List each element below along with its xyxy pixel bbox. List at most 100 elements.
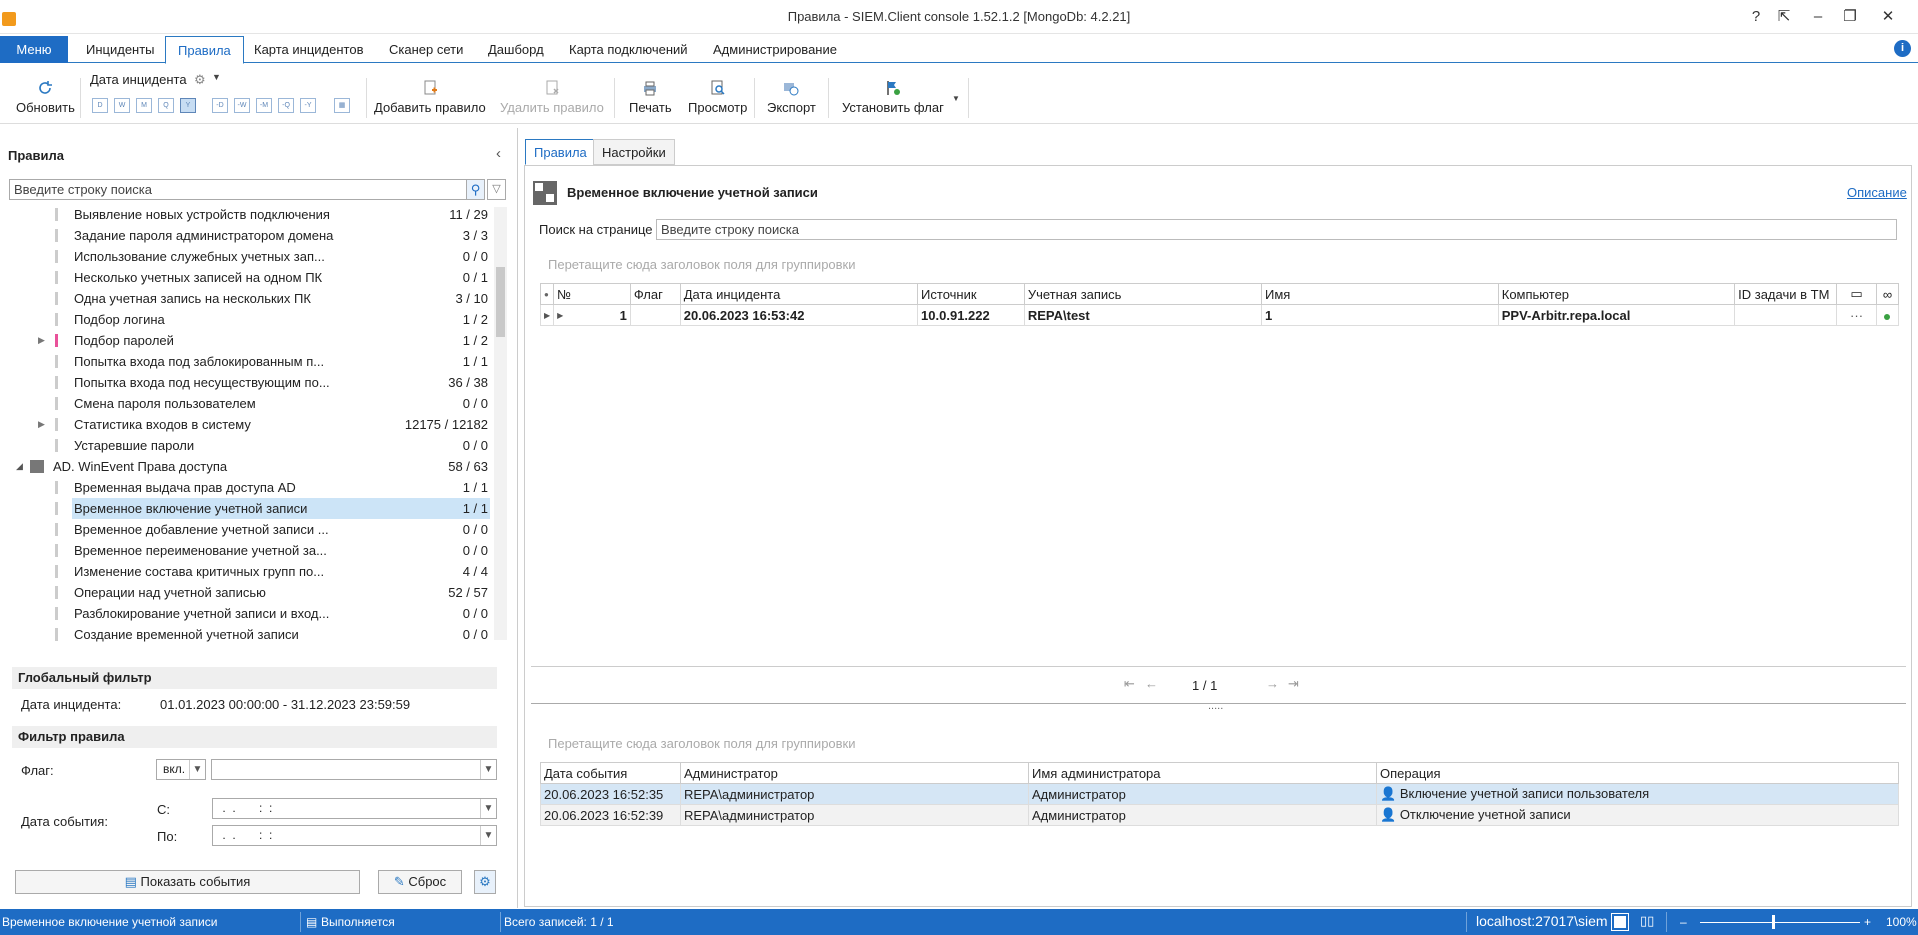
table-row[interactable]: ▶ ▶ 1 20.06.2023 16:53:42 10.0.91.222 REP… xyxy=(539,304,1900,326)
period-year-button[interactable]: Y xyxy=(180,98,196,113)
prev-page-icon[interactable]: ← xyxy=(1145,676,1158,691)
tab-dashboard[interactable]: Дашборд xyxy=(476,36,556,63)
page-search-input[interactable]: Введите строку поиска xyxy=(656,219,1897,240)
add-rule-button[interactable]: Добавить правило xyxy=(374,80,486,115)
comments-icon[interactable]: ▭ xyxy=(1836,283,1877,305)
expand-arrow-icon[interactable]: ▶ xyxy=(38,414,45,435)
tree-item[interactable]: Устаревшие пароли 0 / 0 xyxy=(0,435,494,456)
tree-item[interactable]: Создание временной учетной записи 0 / 0 xyxy=(0,624,494,645)
tree-item[interactable]: Подбор логина 1 / 2 xyxy=(0,309,494,330)
col-name[interactable]: Имя xyxy=(1261,283,1499,305)
delete-rule-button[interactable]: Удалить правило xyxy=(500,80,604,115)
col-tm-task-id[interactable]: ID задачи в ТМ xyxy=(1734,283,1838,305)
filter-settings-gear-icon[interactable]: ⚙ xyxy=(474,870,496,894)
table-row[interactable]: 20.06.2023 16:52:35 REPA\администратор А… xyxy=(540,783,1899,805)
last-page-icon[interactable]: ⇥ xyxy=(1288,676,1299,692)
minimize-button[interactable]: – xyxy=(1806,6,1830,28)
refresh-button[interactable]: Обновить xyxy=(16,80,75,115)
col-account[interactable]: Учетная запись xyxy=(1023,283,1263,305)
zoom-in-icon[interactable]: + xyxy=(1864,915,1871,929)
infinity-icon[interactable]: ∞ xyxy=(1875,283,1900,305)
calendar-icon[interactable]: ▦ xyxy=(334,98,350,113)
tree-item[interactable]: Смена пароля пользователем 0 / 0 xyxy=(0,393,494,414)
tab-rules-detail[interactable]: Правила xyxy=(525,139,596,165)
set-flag-button[interactable]: Установить флаг xyxy=(842,80,944,115)
tree-item[interactable]: ▶ Подбор паролей 1 / 2 xyxy=(0,330,494,351)
tab-network-scanner[interactable]: Сканер сети xyxy=(377,36,475,63)
pin-window-button[interactable]: ⇱ xyxy=(1772,6,1796,28)
table-row[interactable]: 20.06.2023 16:52:39 REPA\администратор А… xyxy=(540,804,1899,826)
period-prev-month-button[interactable]: -M xyxy=(256,98,272,113)
tree-item[interactable]: Одна учетная запись на нескольких ПК 3 / … xyxy=(0,288,494,309)
tree-item[interactable]: Несколько учетных записей на одном ПК 0 /… xyxy=(0,267,494,288)
tree-scrollbar[interactable] xyxy=(494,207,507,640)
tree-item[interactable]: Временное добавление учетной записи ... 0… xyxy=(0,519,494,540)
col-event-date[interactable]: Дата события xyxy=(540,762,681,784)
tree-item[interactable]: Попытка входа под несуществующим по... 36… xyxy=(0,372,494,393)
chevron-down-icon[interactable]: ▼ xyxy=(212,72,221,82)
incident-flag-cell[interactable] xyxy=(629,304,681,326)
next-page-icon[interactable]: → xyxy=(1266,676,1279,691)
gear-icon[interactable]: ⚙ xyxy=(194,72,206,88)
period-day-button[interactable]: D xyxy=(92,98,108,113)
tree-item[interactable]: Задание пароля администратором домена 3 /… xyxy=(0,225,494,246)
tree-item[interactable]: Операции над учетной записью 52 / 57 xyxy=(0,582,494,603)
print-button[interactable]: Печать xyxy=(629,80,672,115)
info-icon[interactable]: i xyxy=(1894,40,1911,57)
tree-item-selected[interactable]: Временное включение учетной записи 1 / 1 xyxy=(0,498,494,519)
reset-button[interactable]: ✎ Сброс xyxy=(378,870,462,894)
tree-item[interactable]: Изменение состава критичных групп по... 4… xyxy=(0,561,494,582)
col-operation[interactable]: Операция xyxy=(1376,762,1899,784)
description-link[interactable]: Описание xyxy=(1847,185,1907,200)
tree-item[interactable]: Использование служебных учетных зап... 0 … xyxy=(0,246,494,267)
preview-button[interactable]: Просмотр xyxy=(688,80,747,115)
col-number[interactable]: № xyxy=(553,283,631,305)
tab-connection-map[interactable]: Карта подключений xyxy=(557,36,700,63)
tree-item[interactable]: Разблокирование учетной записи и вход...… xyxy=(0,603,494,624)
first-page-icon[interactable]: ⇤ xyxy=(1124,676,1135,692)
main-menu-button[interactable]: Меню xyxy=(0,36,68,63)
col-source[interactable]: Источник xyxy=(917,283,1025,305)
tab-administration[interactable]: Администрирование xyxy=(701,36,849,63)
date-from-input[interactable]: . . : : ▼ xyxy=(212,798,497,819)
set-flag-dropdown-icon[interactable]: ▼ xyxy=(952,94,960,103)
col-admin[interactable]: Администратор xyxy=(680,762,1029,784)
col-computer[interactable]: Компьютер xyxy=(1497,283,1736,305)
col-admin-name[interactable]: Имя администратора xyxy=(1028,762,1377,784)
scroll-thumb[interactable] xyxy=(496,267,505,337)
export-button[interactable]: Экспорт xyxy=(767,80,816,115)
filter-icon[interactable]: ▽ xyxy=(487,179,506,200)
period-prev-week-button[interactable]: -W xyxy=(234,98,250,113)
tree-item[interactable]: Попытка входа под заблокированным п... 1 … xyxy=(0,351,494,372)
collapse-arrow-icon[interactable]: ◢ xyxy=(16,456,23,477)
flag-mode-select[interactable]: вкл. ▼ xyxy=(156,759,206,780)
search-icon[interactable]: ⚲ xyxy=(466,179,485,200)
close-button[interactable]: ✕ xyxy=(1876,6,1900,28)
period-prev-day-button[interactable]: -D xyxy=(212,98,228,113)
zoom-slider[interactable] xyxy=(1700,922,1860,923)
tab-rules[interactable]: Правила xyxy=(165,36,244,64)
tab-incidents[interactable]: Инциденты xyxy=(74,36,167,63)
tree-item[interactable]: Временное переименование учетной за... 0 … xyxy=(0,540,494,561)
tree-group[interactable]: ◢ AD. WinEvent Права доступа 58 / 63 xyxy=(0,456,494,477)
more-options-icon[interactable]: ··· xyxy=(1836,304,1877,326)
show-events-button[interactable]: ▤ Показать события xyxy=(15,870,360,894)
expand-arrow-icon[interactable]: ▶ xyxy=(557,311,563,320)
zoom-slider-thumb[interactable] xyxy=(1772,915,1775,929)
period-month-button[interactable]: M xyxy=(136,98,152,113)
period-week-button[interactable]: W xyxy=(114,98,130,113)
normal-view-icon[interactable] xyxy=(1611,913,1629,931)
splitter-handle[interactable]: ..... xyxy=(1208,700,1223,712)
zoom-out-icon[interactable]: – xyxy=(1680,915,1687,929)
expand-arrow-icon[interactable]: ▶ xyxy=(38,330,45,351)
rules-search-input[interactable]: Введите строку поиска xyxy=(9,179,467,200)
period-prev-year-button[interactable]: -Y xyxy=(300,98,316,113)
collapse-panel-icon[interactable]: ‹ xyxy=(496,145,501,162)
tree-item[interactable]: Временная выдача прав доступа AD 1 / 1 xyxy=(0,477,494,498)
maximize-button[interactable]: ❐ xyxy=(1838,6,1862,28)
tab-settings[interactable]: Настройки xyxy=(593,139,675,165)
period-quarter-button[interactable]: Q xyxy=(158,98,174,113)
reading-view-icon[interactable]: ▯▯ xyxy=(1640,913,1654,929)
period-prev-quarter-button[interactable]: -Q xyxy=(278,98,294,113)
col-flag[interactable]: Флаг xyxy=(629,283,681,305)
